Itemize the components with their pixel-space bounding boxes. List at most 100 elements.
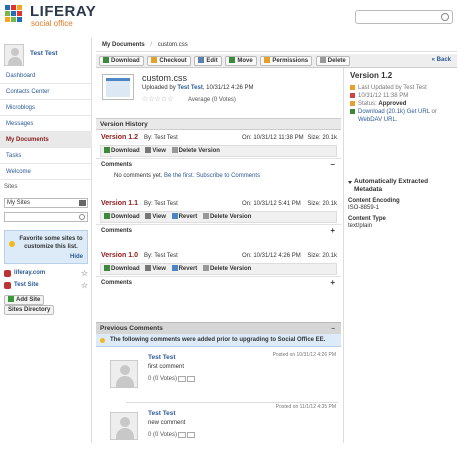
breadcrumb-root[interactable]: My Documents bbox=[102, 42, 145, 48]
comment-date: Posted on 10/31/12 4:26 PM bbox=[272, 352, 336, 358]
thumbs-up-icon[interactable] bbox=[178, 432, 187, 438]
comment-votes: 0 (0 Votes) bbox=[148, 432, 196, 439]
nav-item-contacts-center[interactable]: Contacts Center bbox=[0, 84, 92, 100]
delete-button[interactable]: Delete bbox=[315, 56, 350, 66]
nav-item-tasks[interactable]: Tasks bbox=[0, 148, 92, 164]
nav-item-microblogs[interactable]: Microblogs bbox=[0, 100, 92, 116]
star-icon[interactable]: ☆ bbox=[81, 269, 88, 278]
site-icon bbox=[4, 270, 11, 277]
metadata-value: ISO-8859-1 bbox=[348, 205, 380, 211]
nav-item-my-documents[interactable]: My Documents bbox=[0, 132, 92, 148]
download-icon bbox=[103, 57, 109, 64]
site-buttons: Add Site Sites Directory bbox=[4, 295, 90, 315]
expand-icon[interactable]: + bbox=[330, 277, 335, 289]
version-revert-button[interactable]: Revert bbox=[171, 265, 198, 273]
expand-icon[interactable]: + bbox=[330, 225, 335, 237]
thumbs-up-icon[interactable] bbox=[178, 376, 187, 382]
version-size: Size: 20.1k bbox=[307, 135, 337, 141]
left-sidebar: Test Test Dashboard Contacts Center Micr… bbox=[0, 38, 92, 443]
site-item[interactable]: Test Site ☆ bbox=[4, 281, 90, 292]
document-thumbnail bbox=[102, 74, 134, 100]
hide-link[interactable]: Hide bbox=[70, 253, 83, 261]
version-date: On: 10/31/12 4:26 PM bbox=[242, 253, 301, 259]
collapse-icon[interactable]: – bbox=[331, 323, 335, 334]
comments-toggle[interactable]: Comments + bbox=[96, 276, 341, 288]
status-value: Approved bbox=[378, 101, 407, 107]
trash-icon bbox=[202, 265, 209, 272]
version-delete-button[interactable]: Delete Version bbox=[202, 213, 251, 221]
download-icon bbox=[104, 265, 110, 272]
version-view-button[interactable]: View bbox=[145, 147, 166, 155]
no-comments-text: No comments yet. bbox=[114, 173, 163, 179]
breadcrumb: My Documents / custom.css bbox=[96, 38, 457, 52]
download-icon bbox=[104, 213, 110, 220]
add-site-button[interactable]: Add Site bbox=[4, 295, 45, 305]
version-download-button[interactable]: Download bbox=[104, 265, 140, 273]
global-search-input[interactable] bbox=[355, 10, 453, 24]
be-first-link[interactable]: Be the first. bbox=[164, 173, 194, 179]
metadata-header[interactable]: Automatically Extracted Metadata bbox=[348, 178, 454, 194]
favorite-sites-notice: Favorite some sites to customize this li… bbox=[4, 230, 88, 264]
toolbar-label: Delete bbox=[327, 58, 346, 64]
site-search-input[interactable] bbox=[4, 212, 88, 222]
nav-item-messages[interactable]: Messages bbox=[0, 116, 92, 132]
checkout-button[interactable]: Checkout bbox=[147, 56, 191, 66]
version-delete-button[interactable]: Delete Version bbox=[171, 147, 220, 155]
comment-author[interactable]: Test Test bbox=[148, 354, 176, 361]
webdav-url-link[interactable]: WebDAV URL. bbox=[358, 117, 397, 123]
search-icon[interactable] bbox=[79, 214, 85, 220]
search-icon[interactable] bbox=[441, 13, 449, 21]
comments-toggle[interactable]: Comments + bbox=[96, 224, 341, 236]
nav-item-welcome[interactable]: Welcome bbox=[0, 164, 92, 180]
subscribe-comments-link[interactable]: Subscribe to Comments bbox=[196, 173, 260, 179]
comments-label: Comments bbox=[101, 280, 133, 286]
site-name[interactable]: Test Site bbox=[14, 282, 39, 288]
move-button[interactable]: Move bbox=[225, 56, 257, 66]
download-size-link[interactable]: Download (20.1k) bbox=[358, 109, 405, 115]
version-view-button[interactable]: View bbox=[145, 213, 166, 221]
comment-author[interactable]: Test Test bbox=[148, 410, 176, 417]
get-url-link[interactable]: Get URL bbox=[407, 109, 430, 115]
star-icon[interactable]: ☆ bbox=[81, 281, 88, 290]
download-button[interactable]: Download bbox=[99, 56, 144, 66]
back-link[interactable]: « Back bbox=[432, 57, 451, 63]
comment-vote-count: 0 (0 Votes) bbox=[148, 432, 178, 438]
avatar[interactable] bbox=[4, 44, 24, 66]
comment-vote-count: 0 (0 Votes) bbox=[148, 376, 178, 382]
user-name[interactable]: Test Test bbox=[30, 50, 58, 57]
site-item[interactable]: liferay.com ☆ bbox=[4, 269, 90, 280]
download-icon bbox=[104, 147, 110, 154]
no-comments: No comments yet. Be the first. Subscribe… bbox=[96, 170, 341, 182]
toolbar-label: Move bbox=[237, 58, 253, 64]
nav-item-dashboard[interactable]: Dashboard bbox=[0, 68, 92, 84]
version-download-button[interactable]: Download bbox=[104, 213, 140, 221]
top-bar: LIFERAY social office bbox=[0, 0, 459, 34]
version-actions: Download View Revert Delete Version bbox=[100, 263, 337, 275]
calendar-icon bbox=[350, 93, 355, 98]
sites-directory-button[interactable]: Sites Directory bbox=[4, 305, 55, 315]
my-sites-select[interactable]: My Sites bbox=[4, 198, 88, 208]
version-revert-button[interactable]: Revert bbox=[171, 213, 197, 221]
version-view-button[interactable]: View bbox=[145, 265, 166, 273]
permissions-button[interactable]: Permissions bbox=[260, 56, 313, 66]
version-delete-button[interactable]: Delete Version bbox=[202, 265, 251, 273]
chevron-down-icon[interactable] bbox=[79, 200, 86, 206]
site-name[interactable]: liferay.com bbox=[14, 270, 45, 276]
avatar[interactable] bbox=[110, 412, 138, 440]
uploader-link[interactable]: Test Test bbox=[177, 85, 202, 91]
main-content: My Documents / custom.css Download Check… bbox=[96, 38, 457, 443]
action-label: Revert bbox=[178, 266, 198, 272]
toolbar-label: Permissions bbox=[272, 58, 309, 64]
version-author: By: Test Test bbox=[144, 253, 178, 259]
collapse-icon[interactable]: – bbox=[331, 159, 335, 171]
version-size: Size: 20.1k bbox=[307, 253, 337, 259]
thumbs-down-icon[interactable] bbox=[187, 432, 196, 438]
rating-stars[interactable]: ☆☆☆☆☆ bbox=[142, 95, 173, 103]
comments-toggle[interactable]: Comments – bbox=[96, 158, 341, 170]
edit-button[interactable]: Edit bbox=[194, 56, 222, 66]
previous-comments-header[interactable]: Previous Comments – bbox=[96, 322, 341, 334]
thumbs-down-icon[interactable] bbox=[187, 376, 196, 382]
avatar[interactable] bbox=[110, 360, 138, 388]
version-download-button[interactable]: Download bbox=[104, 147, 140, 155]
version-date: On: 10/31/12 11:38 PM bbox=[242, 135, 304, 141]
